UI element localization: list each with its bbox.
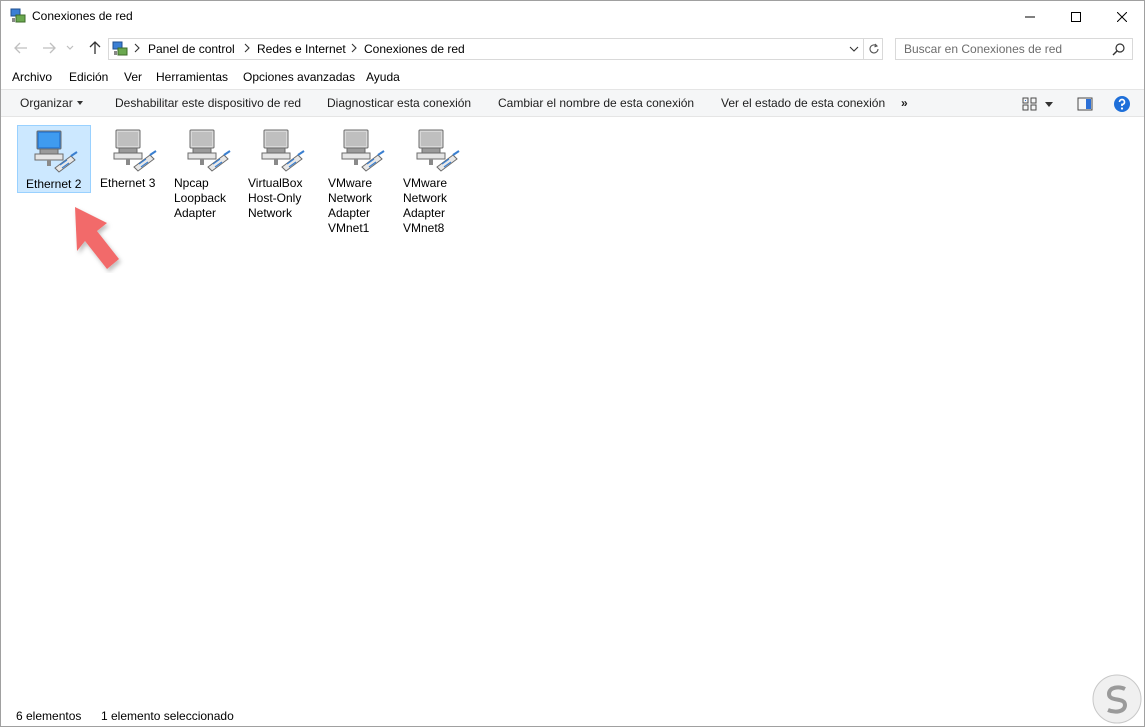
view-status-button[interactable]: Ver el estado de esta conexión: [721, 96, 885, 110]
search-icon: [1112, 43, 1125, 56]
up-button[interactable]: [85, 38, 105, 58]
address-row: Panel de control Redes e Internet Conexi…: [1, 32, 1144, 66]
control-panel-icon: [112, 41, 128, 56]
title-bar: Conexiones de red: [1, 1, 1144, 32]
connection-label-line: Npcap: [174, 176, 209, 190]
preview-pane-button[interactable]: [1076, 95, 1094, 113]
search-placeholder: Buscar en Conexiones de red: [904, 42, 1063, 56]
menu-opciones-avanzadas[interactable]: Opciones avanzadas: [243, 70, 355, 84]
up-arrow-icon: [89, 41, 101, 54]
connection-label: VirtualBox Host-Only Network: [245, 176, 319, 221]
breadcrumb-separator-icon[interactable]: [243, 43, 251, 53]
connection-label-line: VirtualBox: [248, 176, 303, 190]
forward-arrow-icon: [43, 42, 56, 54]
annotation-arrow-icon: [75, 207, 119, 269]
network-adapter-icon: [338, 127, 386, 175]
connection-label: VMware Network Adapter VMnet1: [325, 176, 399, 236]
more-commands-button[interactable]: »: [901, 96, 908, 110]
rename-connection-button[interactable]: Cambiar el nombre de esta conexión: [498, 96, 694, 110]
back-arrow-icon: [14, 42, 27, 54]
breadcrumb-separator-icon[interactable]: [350, 43, 358, 53]
connection-item[interactable]: Npcap Loopback Adapter: [171, 125, 245, 221]
menu-bar: Archivo Edición Ver Herramientas Opcione…: [1, 67, 1144, 89]
maximize-button[interactable]: [1053, 1, 1099, 32]
connection-label-line: Network: [403, 191, 448, 205]
refresh-button[interactable]: [863, 39, 883, 59]
menu-archivo[interactable]: Archivo: [12, 70, 52, 84]
connection-label: Ethernet 2: [18, 177, 90, 192]
connection-label: Npcap Loopback Adapter: [171, 176, 245, 221]
active-network-adapter-icon: [31, 128, 79, 176]
menu-edicion[interactable]: Edición: [69, 70, 108, 84]
connection-label-line: Adapter: [403, 206, 446, 220]
dropdown-arrow-icon: [76, 101, 83, 105]
help-icon: [1114, 96, 1130, 112]
connection-label-line: Ethernet 3: [100, 176, 156, 190]
disable-device-button[interactable]: Deshabilitar este dispositivo de red: [115, 96, 301, 110]
close-icon: [1117, 11, 1127, 22]
organize-label: Organizar: [20, 96, 73, 110]
network-connections-icon: [10, 8, 26, 23]
connection-label: VMware Network Adapter VMnet8: [400, 176, 474, 236]
connection-item[interactable]: VMware Network Adapter VMnet1: [325, 125, 399, 236]
connection-label-line: Host-Only: [248, 191, 302, 205]
help-button[interactable]: [1113, 95, 1131, 113]
connection-label-line: Adapter: [174, 206, 217, 220]
forward-button[interactable]: [39, 38, 59, 58]
chevron-down-icon: [66, 45, 74, 50]
breadcrumb-separator-icon: [134, 43, 140, 53]
item-count: 6 elementos: [16, 709, 82, 723]
breadcrumb-control-panel[interactable]: Panel de control: [148, 42, 235, 56]
breadcrumb-network-connections[interactable]: Conexiones de red: [364, 42, 465, 56]
chevron-down-icon: [1045, 101, 1053, 107]
connection-item[interactable]: VMware Network Adapter VMnet8: [400, 125, 474, 236]
connection-label-line: Network: [248, 206, 293, 220]
connection-item[interactable]: Ethernet 2: [17, 125, 91, 193]
explorer-window: Conexiones de red Panel de control Redes…: [0, 0, 1145, 727]
network-adapter-icon: [258, 127, 306, 175]
connection-label: Ethernet 3: [97, 176, 171, 191]
connection-label-line: VMware: [328, 176, 373, 190]
network-adapter-icon: [110, 127, 158, 175]
chevron-down-icon: [849, 46, 859, 52]
view-dropdown-button[interactable]: [1043, 95, 1055, 113]
selection-count: 1 elemento seleccionado: [101, 709, 234, 723]
preview-pane-icon: [1077, 97, 1093, 111]
maximize-icon: [1071, 11, 1081, 22]
address-bar[interactable]: Panel de control Redes e Internet Conexi…: [108, 38, 883, 60]
menu-herramientas[interactable]: Herramientas: [156, 70, 228, 84]
menu-ayuda[interactable]: Ayuda: [366, 70, 400, 84]
connection-label-line: VMware: [403, 176, 448, 190]
network-adapter-icon: [413, 127, 461, 175]
minimize-icon: [1025, 16, 1035, 17]
search-input[interactable]: Buscar en Conexiones de red: [895, 38, 1133, 60]
connection-label-line: Adapter: [328, 206, 371, 220]
connection-item[interactable]: Ethernet 3: [97, 125, 171, 191]
connection-label-line: VMnet1: [328, 221, 370, 235]
window-title: Conexiones de red: [32, 9, 133, 23]
view-options-icon: [1022, 97, 1037, 111]
menu-ver[interactable]: Ver: [124, 70, 142, 84]
connection-label-line: Loopback: [174, 191, 227, 205]
connection-label-line: Ethernet 2: [26, 177, 82, 191]
diagnose-connection-button[interactable]: Diagnosticar esta conexión: [327, 96, 471, 110]
minimize-button[interactable]: [1007, 1, 1053, 32]
refresh-icon: [869, 43, 879, 54]
breadcrumb-network-internet[interactable]: Redes e Internet: [257, 42, 346, 56]
connection-item[interactable]: VirtualBox Host-Only Network: [245, 125, 319, 221]
recent-locations-button[interactable]: [63, 38, 77, 58]
address-history-button[interactable]: [845, 39, 863, 59]
back-button[interactable]: [11, 38, 31, 58]
network-adapter-icon: [184, 127, 232, 175]
connection-label-line: Network: [328, 191, 373, 205]
file-list-area[interactable]: Ethernet 2 Ethernet 3 Npcap Loopback Adapt…: [1, 118, 1144, 703]
organize-button[interactable]: Organizar: [20, 96, 83, 110]
close-button[interactable]: [1099, 1, 1145, 32]
command-bar: Organizar Deshabilitar este dispositivo …: [1, 89, 1144, 117]
connection-label-line: VMnet8: [403, 221, 445, 235]
status-bar: 6 elementos 1 elemento seleccionado: [1, 704, 1144, 727]
watermark-logo-icon: [1092, 674, 1142, 724]
change-view-button[interactable]: [1021, 95, 1039, 113]
